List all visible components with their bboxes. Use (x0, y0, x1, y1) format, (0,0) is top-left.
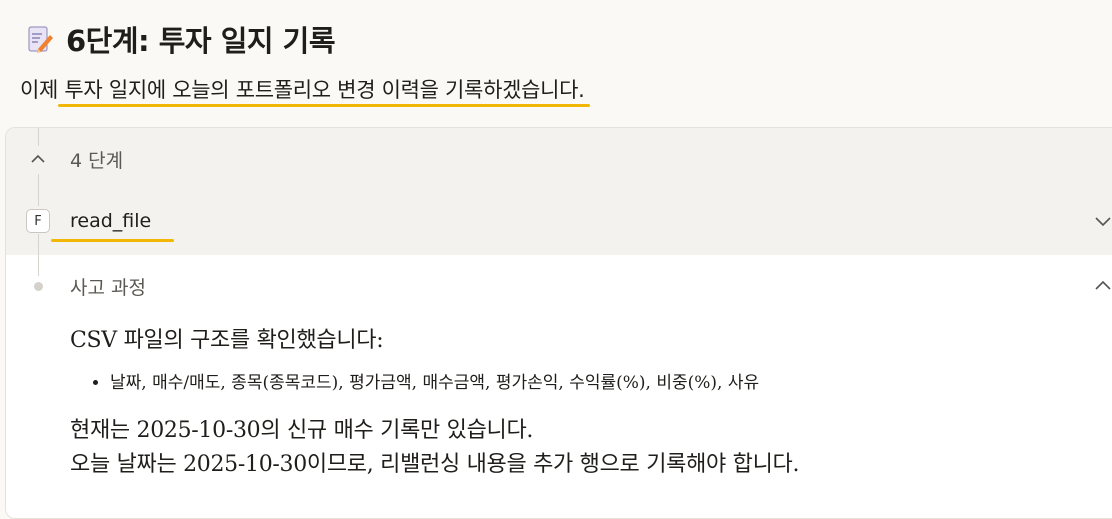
chevron-up-icon[interactable] (1092, 275, 1112, 297)
timeline-line (38, 174, 39, 206)
content-line: CSV 파일의 구조를 확인했습니다: (70, 328, 384, 353)
content-paragraph: 현재는 2025-10-30의 신규 매수 기록만 있습니다. 오늘 날짜는 2… (70, 414, 1112, 482)
content-line: 현재는 2025-10-30의 신규 매수 기록만 있습니다. (70, 417, 534, 443)
thinking-content: CSV 파일의 구조를 확인했습니다: 날짜, 매수/매도, 종목(종목코드),… (70, 322, 1112, 482)
page-title: 6단계: 투자 일지 기록 (66, 24, 336, 58)
content-line: 오늘 날짜는 2025-10-30이므로, 리밸런싱 내용을 추가 행으로 기록… (70, 451, 800, 477)
intro-text: 이제 투자 일지에 오늘의 포트폴리오 변경 이력을 기록하겠습니다. (20, 78, 585, 102)
list-item: 날짜, 매수/매도, 종목(종목코드), 평가금액, 매수금액, 평가손익, 수… (110, 372, 1112, 396)
chevron-down-icon[interactable] (1092, 210, 1112, 232)
timeline-dot (34, 281, 43, 291)
steps-toggle-row[interactable]: 4 단계 (6, 142, 1112, 176)
tool-call-row[interactable]: F read_file (6, 204, 1112, 238)
thinking-toggle-row[interactable]: 사고 과정 (6, 268, 1112, 304)
tool-call-label: read_file (70, 210, 152, 232)
highlight-underline (51, 239, 174, 242)
file-tool-icon: F (26, 209, 50, 233)
step-heading: 6단계: 투자 일지 기록 (26, 18, 336, 60)
chevron-up-icon[interactable] (27, 148, 49, 170)
content-bullet-list: 날짜, 매수/매도, 종목(종목코드), 평가금액, 매수금액, 평가손익, 수… (70, 372, 1112, 396)
steps-count-label: 4 단계 (70, 149, 124, 172)
memo-pencil-icon (26, 23, 54, 55)
tool-steps-panel: 4 단계 F read_file 사고 과정 CSV 파일의 구조를 확인했습니… (5, 127, 1112, 519)
thinking-label: 사고 과정 (70, 276, 146, 299)
highlight-underline (58, 104, 590, 107)
